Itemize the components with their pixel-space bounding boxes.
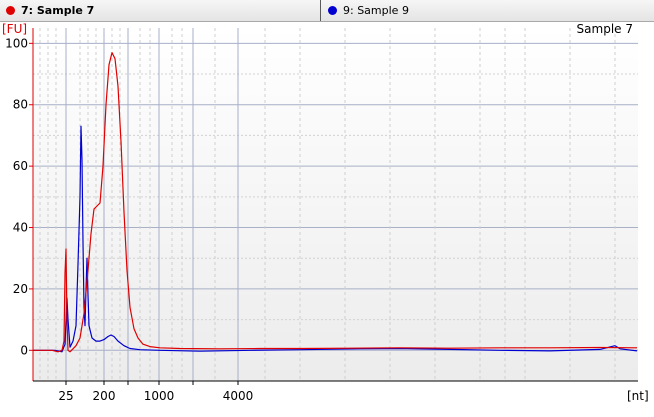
- y-tick-label: 80: [13, 98, 28, 112]
- x-tick-label: 4000: [223, 389, 254, 403]
- y-tick-label: 0: [20, 343, 28, 357]
- x-axis-unit-label: [nt]: [627, 389, 649, 403]
- blue-dot-icon: [328, 6, 337, 15]
- x-tick-label: 1000: [144, 389, 175, 403]
- chart-area[interactable]: 0 20 40 60 80 100 25 200 1000 4000 [FU] [nt] Samp…: [0, 22, 654, 417]
- y-axis-unit-label: [FU]: [2, 22, 27, 36]
- chart-sample-title: Sample 7: [577, 22, 633, 36]
- electropherogram-chart[interactable]: 0 20 40 60 80 100 25 200 1000 4000 [FU] [nt] Samp…: [0, 22, 654, 417]
- tab-sample-7[interactable]: 7: Sample 7: [0, 0, 321, 21]
- x-tick-label: 25: [58, 389, 73, 403]
- y-tick-label: 60: [13, 159, 28, 173]
- sample-tab-bar: 7: Sample 7 9: Sample 9: [0, 0, 654, 22]
- y-tick-label: 100: [5, 36, 28, 50]
- y-tick-label: 20: [13, 282, 28, 296]
- x-tick-label: 200: [93, 389, 116, 403]
- y-tick-label: 40: [13, 221, 28, 235]
- electropherogram-view: 7: Sample 7 9: Sample 9 0 20 40 60 80 100 25 20…: [0, 0, 654, 417]
- tab-sample-9[interactable]: 9: Sample 9: [322, 0, 654, 21]
- tab-sample-9-label: 9: Sample 9: [343, 4, 409, 17]
- red-dot-icon: [6, 6, 15, 15]
- tab-sample-7-label: 7: Sample 7: [21, 4, 95, 17]
